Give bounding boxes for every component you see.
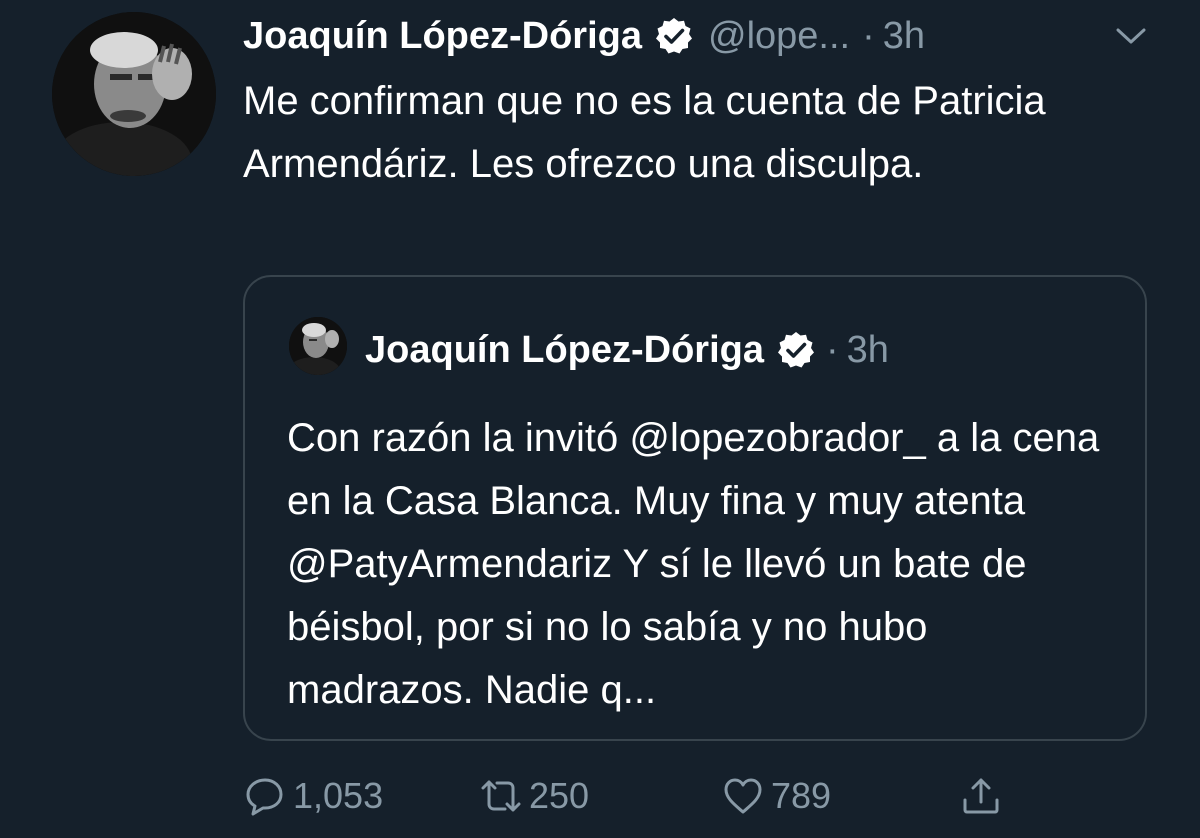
author-display-name[interactable]: Joaquín López-Dóriga xyxy=(243,15,642,58)
header-separator: · xyxy=(862,14,875,57)
tweet-actions: 1,053 250 789 xyxy=(243,768,1043,824)
reply-button[interactable]: 1,053 xyxy=(243,768,383,824)
reply-count: 1,053 xyxy=(293,775,384,816)
share-icon xyxy=(963,778,999,814)
share-button[interactable] xyxy=(959,768,1003,824)
quoted-header-separator: · xyxy=(826,328,839,371)
quoted-tweet-timestamp: 3h xyxy=(846,328,889,371)
chevron-down-icon[interactable] xyxy=(1112,22,1150,50)
reply-icon xyxy=(246,778,283,816)
author-avatar[interactable] xyxy=(52,12,216,176)
retweet-icon xyxy=(481,780,521,812)
verified-badge-icon xyxy=(656,18,692,54)
quoted-author-avatar xyxy=(289,317,347,375)
tweet-header: Joaquín López-Dóriga @lope... · 3h xyxy=(243,10,925,62)
author-handle[interactable]: @lope... xyxy=(708,15,850,58)
retweet-count: 250 xyxy=(529,775,590,816)
quoted-tweet-card[interactable]: Joaquín López-Dóriga · 3h Con razón la i… xyxy=(243,275,1147,741)
tweet-timestamp[interactable]: 3h xyxy=(883,15,925,58)
like-count: 789 xyxy=(771,775,832,816)
quoted-tweet-header: Joaquín López-Dóriga · 3h xyxy=(365,325,889,375)
like-button[interactable]: 789 xyxy=(721,768,831,824)
retweet-button[interactable]: 250 xyxy=(479,768,589,824)
tweet-text: Me confirman que no es la cuenta de Patr… xyxy=(243,79,1046,186)
verified-badge-icon xyxy=(778,332,814,368)
quoted-tweet-text: Con razón la invitó @lopezobrador_ a la … xyxy=(287,416,1100,712)
heart-icon xyxy=(724,778,762,814)
quoted-author-display-name: Joaquín López-Dóriga xyxy=(365,328,764,371)
